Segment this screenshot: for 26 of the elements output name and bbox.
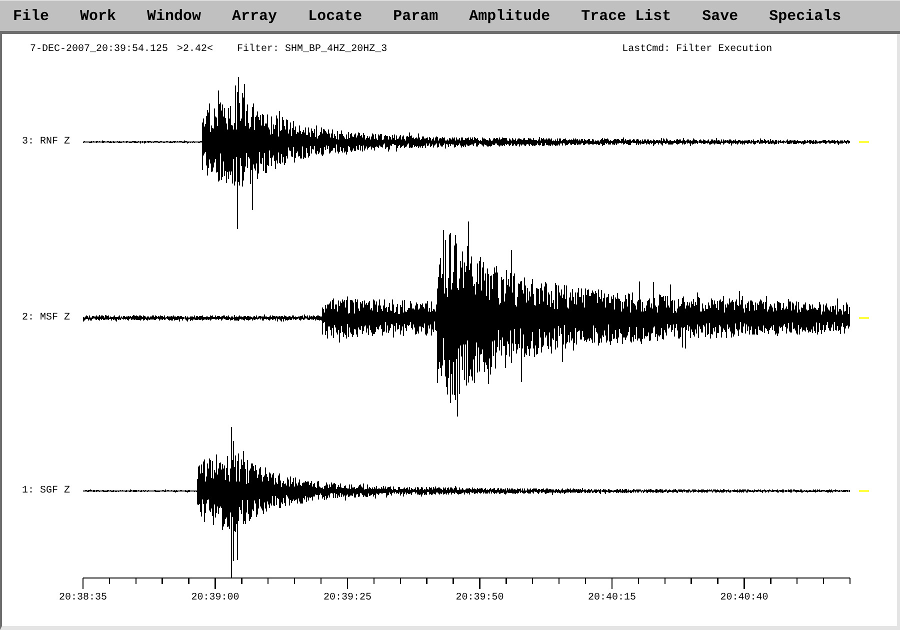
axis-tick-label: 20:38:35 [59, 592, 107, 604]
menu-item[interactable]: File [13, 8, 50, 24]
trace-label: 1: SGF Z [22, 486, 70, 496]
last-command-text: LastCmd: Filter Execution [622, 45, 772, 55]
menu-item[interactable]: Array [232, 8, 278, 24]
timestamp-text: 7-DEC-2007_20:39:54.125 [30, 45, 168, 55]
menu-item[interactable]: Param [393, 8, 438, 24]
menu-item[interactable]: Specials [769, 8, 842, 24]
menu-item[interactable]: Window [147, 8, 202, 24]
menu-item[interactable]: Locate [308, 8, 362, 24]
menu-item[interactable]: Amplitude [469, 8, 550, 24]
trace-label: 3: RNF Z [22, 136, 70, 148]
axis-tick-label: 20:40:40 [720, 592, 768, 604]
filter-text: Filter: SHM_BP_4HZ_20HZ_3 [237, 45, 388, 55]
menu-item[interactable]: Trace List [581, 8, 672, 24]
menu-item[interactable]: Work [80, 8, 116, 24]
axis-tick-label: 20:39:50 [456, 592, 504, 604]
marker-icon [859, 490, 869, 492]
marker-icon [859, 317, 869, 319]
amplitude-readout: >2.42< [177, 45, 214, 55]
menu-item[interactable]: Save [702, 8, 738, 24]
axis-tick-label: 20:40:15 [588, 592, 636, 604]
marker-icon [859, 141, 869, 143]
axis-tick-label: 20:39:25 [323, 592, 372, 604]
trace-label: 2: MSF Z [22, 312, 70, 324]
axis-tick-label: 20:39:00 [191, 592, 240, 604]
